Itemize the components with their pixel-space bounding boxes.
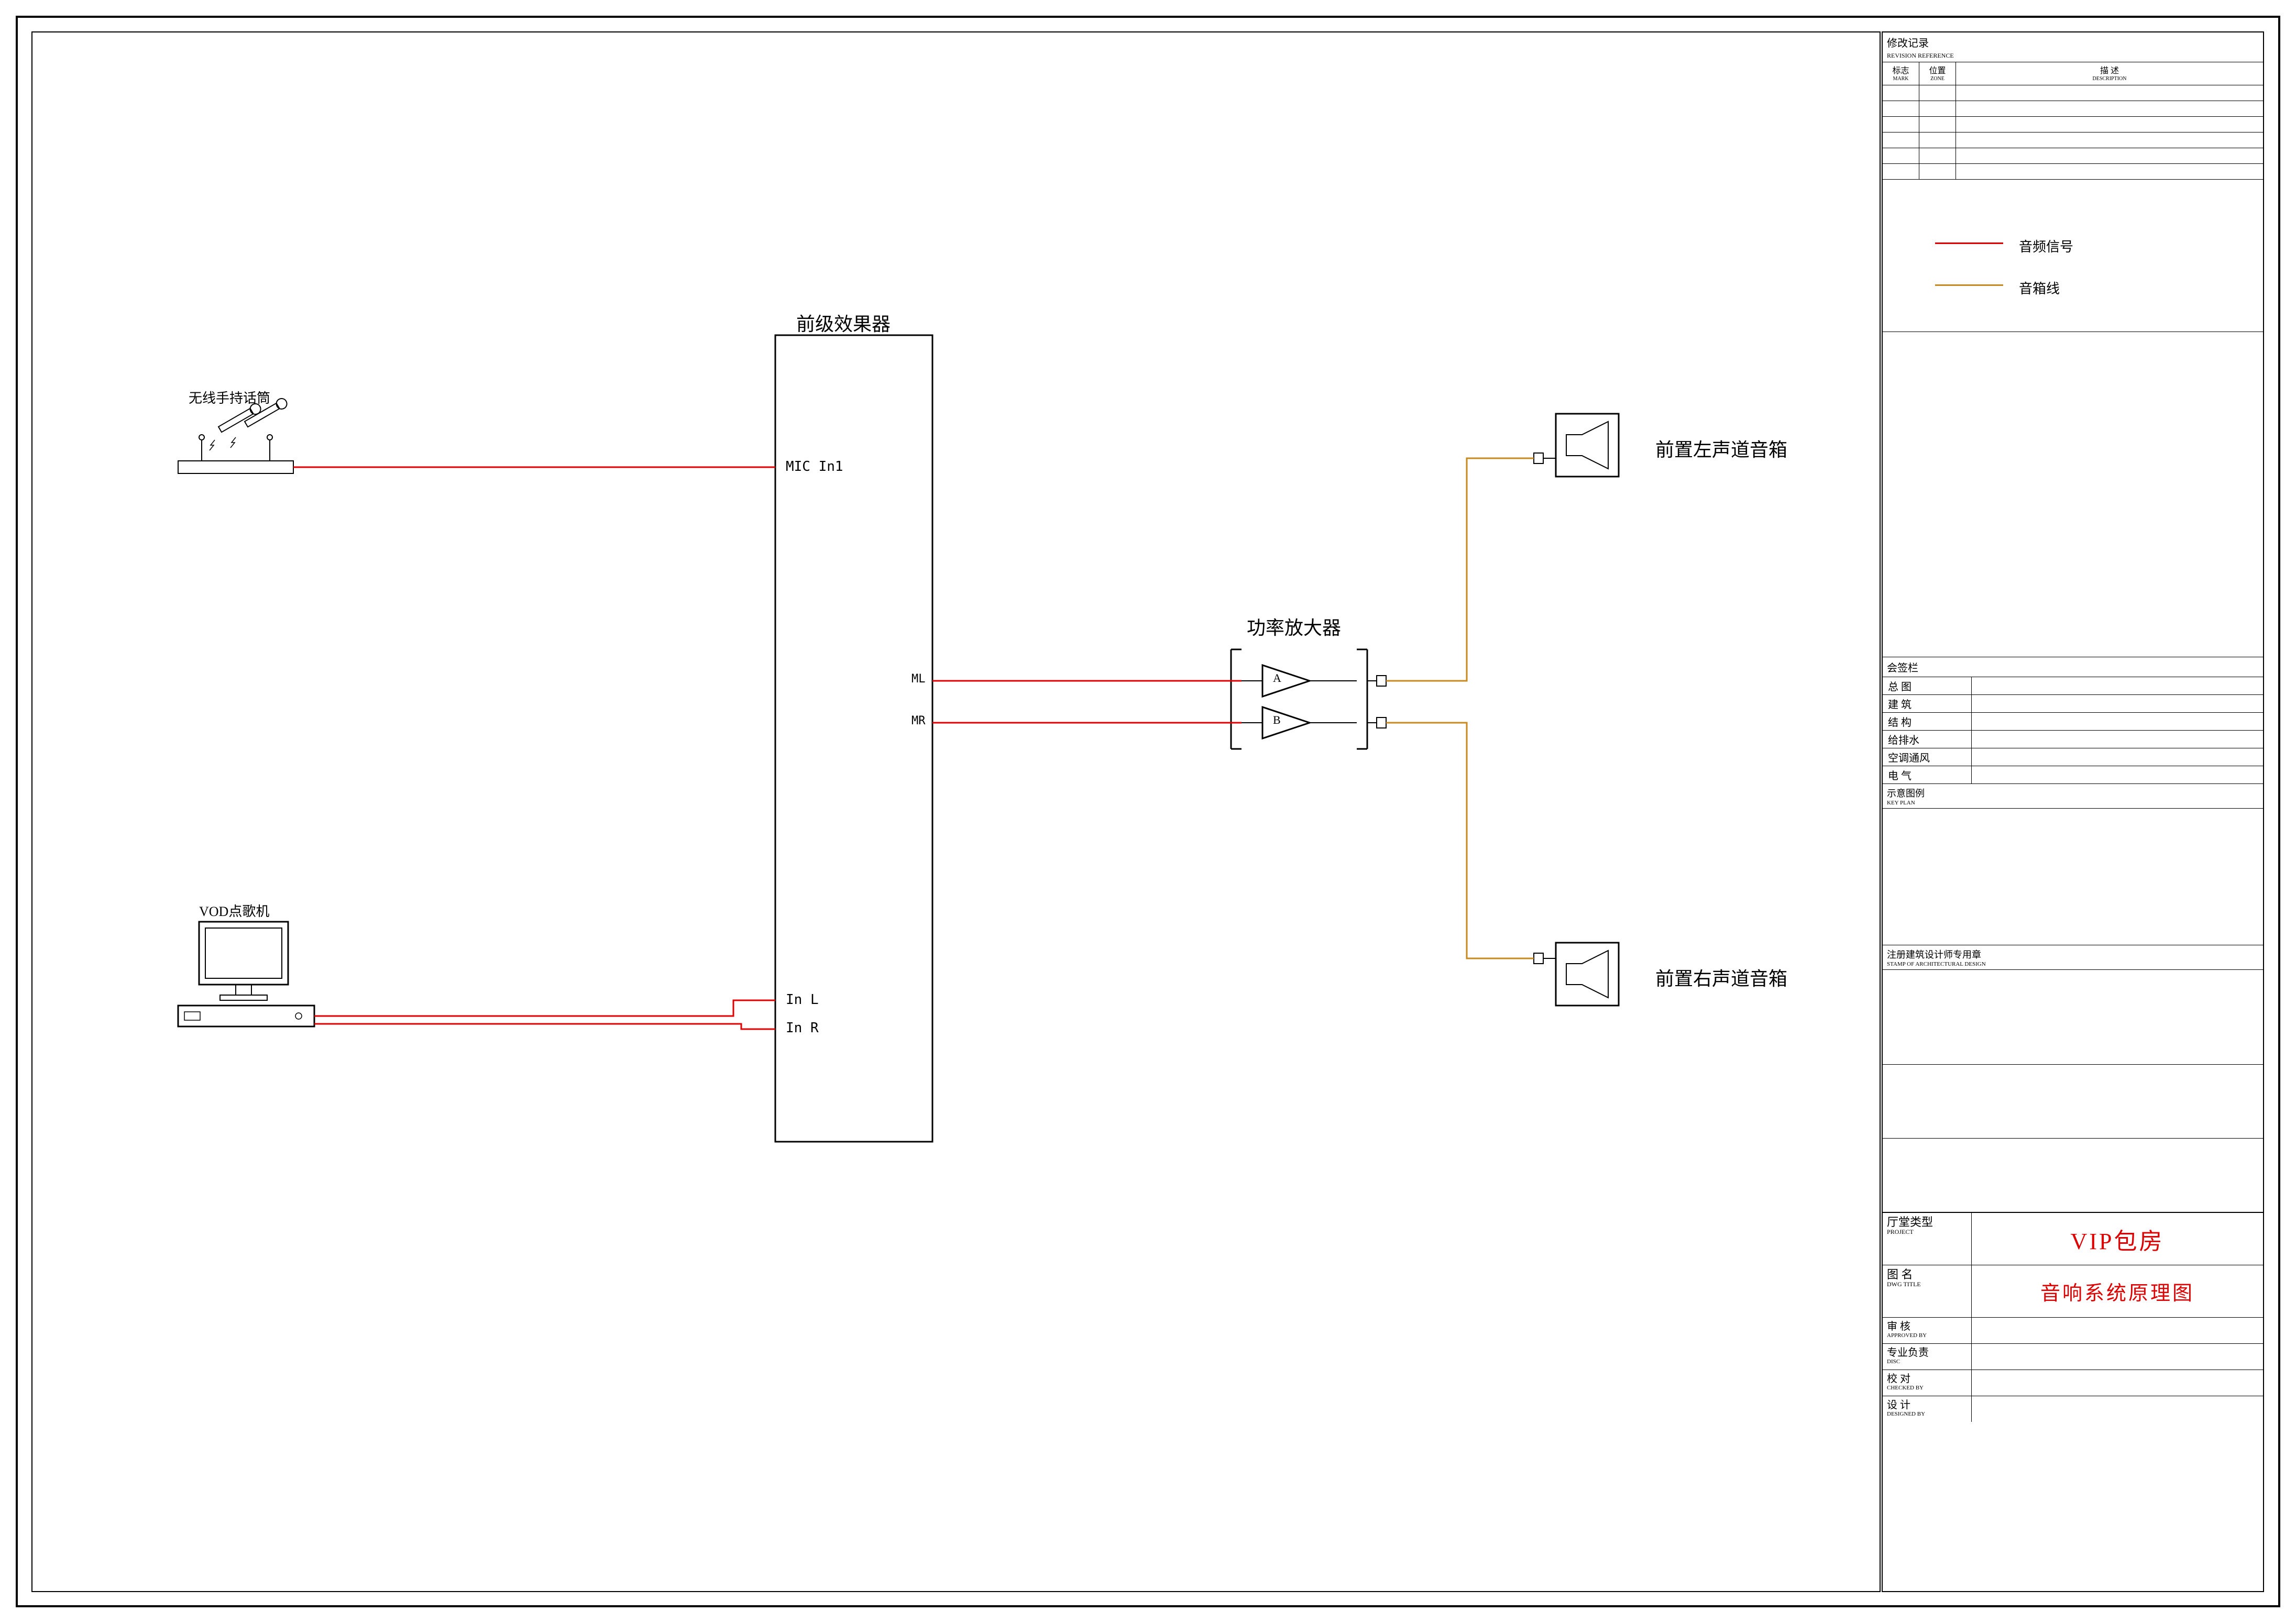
hall-label-en: PROJECT bbox=[1887, 1229, 1967, 1235]
drawing-label-en: DWG TITLE bbox=[1887, 1281, 1967, 1288]
bottom-row-label-en: DISC bbox=[1887, 1359, 1967, 1365]
legend-speaker-text: 音箱线 bbox=[2019, 278, 2060, 297]
bottom-row-label-en: APPROVED BY bbox=[1887, 1332, 1967, 1339]
plan-header-en: KEY PLAN bbox=[1887, 800, 2259, 806]
processor-title: 前级效果器 bbox=[796, 309, 891, 336]
bottom-row-label: 校 对 bbox=[1887, 1373, 1967, 1385]
drawing-label: 图 名 bbox=[1887, 1268, 1967, 1281]
bottom-row-label-en: DESIGNED BY bbox=[1887, 1411, 1967, 1417]
hall-value: VIP包房 bbox=[2071, 1222, 2165, 1256]
mic-label: 无线手持话筒 bbox=[189, 388, 270, 407]
sig-label: 结 构 bbox=[1883, 713, 1972, 730]
in-l-label: In L bbox=[786, 992, 819, 1008]
sig-label: 电 气 bbox=[1883, 766, 1972, 783]
title-block: 修改记录 REVISION REFERENCE 标志 MARK 位置 ZONE … bbox=[1882, 31, 2264, 1592]
bottom-row-label: 专业负责 bbox=[1887, 1347, 1967, 1359]
rev-c3-en: DESCRIPTION bbox=[2092, 76, 2126, 82]
stamp-header-en: STAMP OF ARCHITECTURAL DESIGN bbox=[1887, 961, 2259, 967]
rev-c3: 描 述 bbox=[2100, 63, 2119, 76]
bottom-row-label: 审 核 bbox=[1887, 1321, 1967, 1332]
legend-audio-text: 音频信号 bbox=[2019, 236, 2073, 256]
vod-label: VOD点歌机 bbox=[199, 901, 269, 920]
drawing-value: 音响系统原理图 bbox=[2040, 1277, 2194, 1306]
bottom-row-label-en: CHECKED BY bbox=[1887, 1385, 1967, 1391]
amp-b-label: B bbox=[1273, 713, 1281, 727]
speaker-left-label: 前置左声道音箱 bbox=[1655, 435, 1787, 462]
in-r-label: In R bbox=[786, 1020, 819, 1036]
sig-label: 总 图 bbox=[1883, 677, 1972, 694]
rev-c1: 标志 bbox=[1892, 63, 1909, 76]
rev-c2: 位置 bbox=[1929, 63, 1946, 76]
mic-in1-label: MIC In1 bbox=[786, 459, 843, 474]
amp-a-label: A bbox=[1273, 671, 1281, 685]
bottom-row-label: 设 计 bbox=[1887, 1399, 1967, 1411]
mr-label: MR bbox=[911, 714, 926, 727]
ml-label: ML bbox=[911, 672, 926, 686]
plan-header: 示意图例 bbox=[1887, 786, 2259, 800]
hall-label: 厅堂类型 bbox=[1887, 1216, 1967, 1229]
stamp-header: 注册建筑设计师专用章 bbox=[1887, 947, 2259, 961]
sig-label: 给排水 bbox=[1883, 731, 1972, 748]
sig-label: 建 筑 bbox=[1883, 695, 1972, 712]
revision-title: 修改记录 bbox=[1883, 32, 2263, 52]
signature-header: 会签栏 bbox=[1883, 657, 2263, 677]
speaker-right-label: 前置右声道音箱 bbox=[1655, 964, 1787, 991]
rev-c1-en: MARK bbox=[1893, 76, 1908, 82]
rev-c2-en: ZONE bbox=[1930, 76, 1945, 82]
legend-audio-line bbox=[1935, 242, 2003, 244]
revision-title-en: REVISION REFERENCE bbox=[1883, 52, 2263, 62]
sig-label: 空调通风 bbox=[1883, 748, 1972, 766]
legend-speaker-line bbox=[1935, 284, 2003, 286]
amp-title: 功率放大器 bbox=[1247, 613, 1341, 640]
